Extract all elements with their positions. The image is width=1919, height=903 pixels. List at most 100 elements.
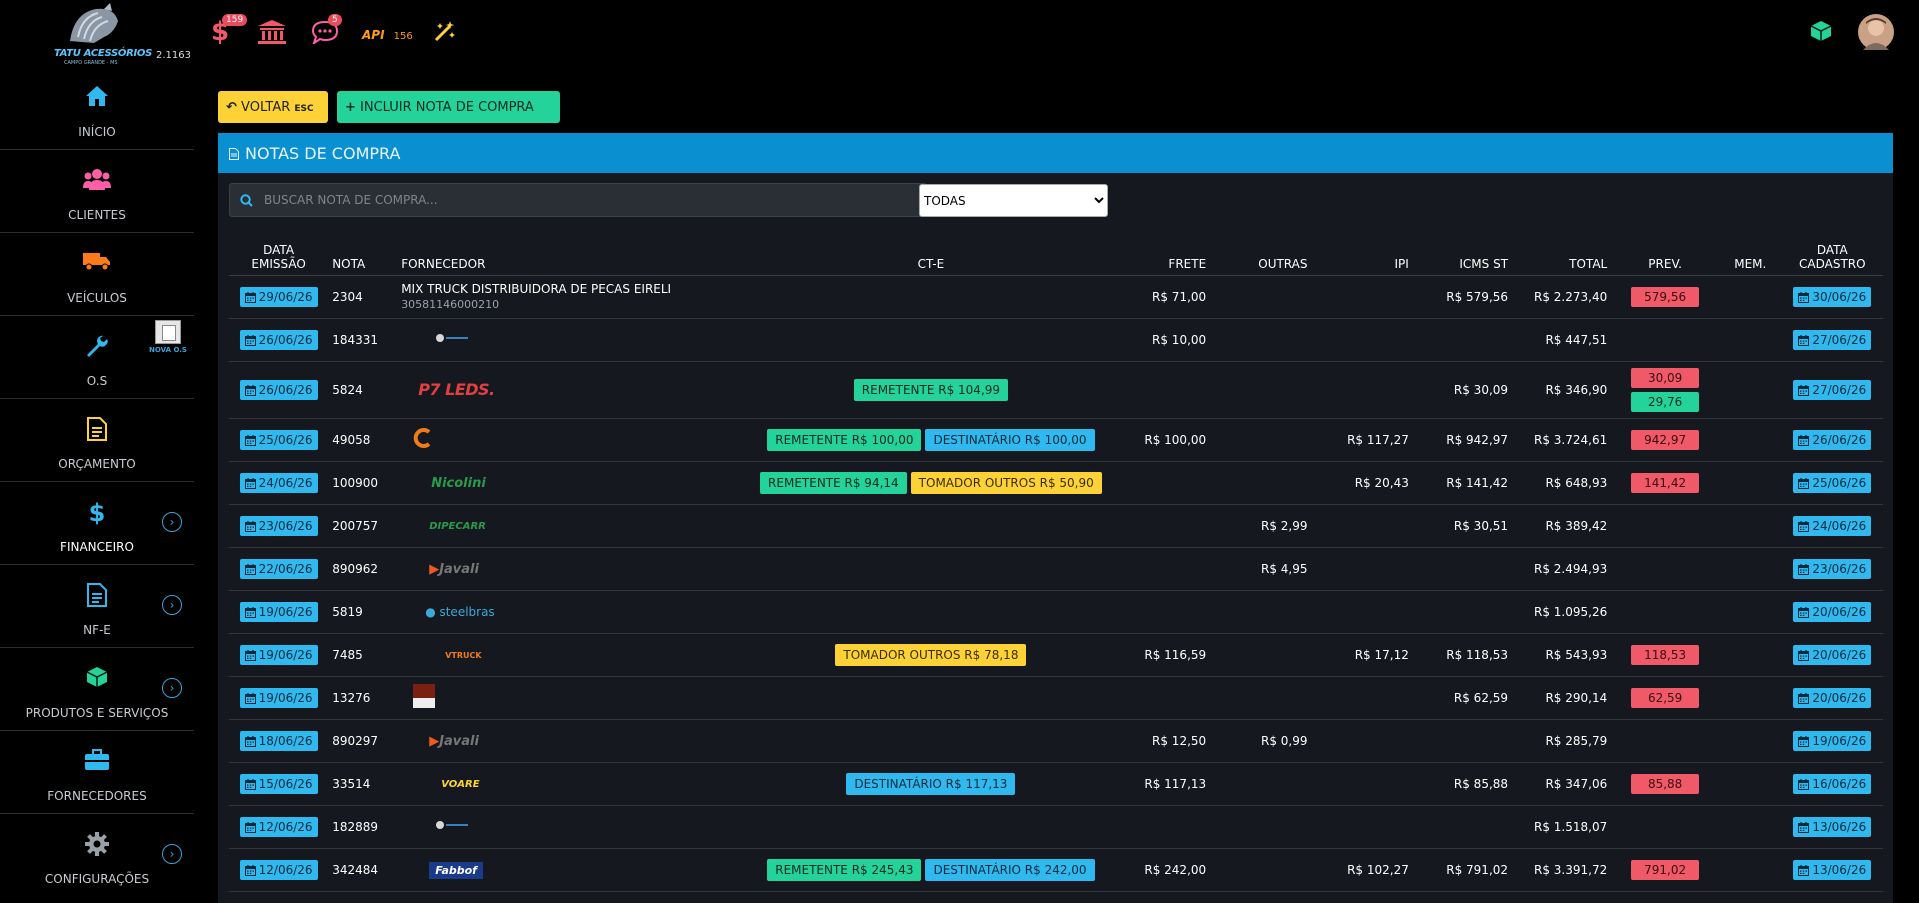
- bank-button[interactable]: [258, 20, 286, 48]
- table-row[interactable]: 12/06/26 182889 R$ 1.518,07 13/06/26: [229, 805, 1883, 849]
- prev-badge[interactable]: 85,88: [1631, 774, 1700, 794]
- sidebar-item-produtos[interactable]: PRODUTOS E SERVIÇOS ›: [0, 648, 194, 731]
- table-row[interactable]: 18/06/26 890297 ▶Javali R$ 12,50 R$ 0,99 R$ 2…: [229, 719, 1883, 763]
- cte-tag[interactable]: REMETENTE R$ 100,00: [767, 429, 922, 451]
- chevron-right-icon[interactable]: ›: [162, 512, 182, 532]
- col-outras[interactable]: OUTRAS: [1210, 233, 1312, 276]
- emission-date-badge[interactable]: 12/06/26: [239, 860, 318, 880]
- register-date-badge[interactable]: 27/06/26: [1793, 330, 1872, 350]
- table-row[interactable]: 26/06/26 184331 R$ 10,00 R$ 447,51 27/06/26: [229, 318, 1883, 362]
- sidebar-item-veiculos[interactable]: VEÍCULOS: [0, 233, 194, 316]
- register-date-badge[interactable]: 13/06/26: [1793, 860, 1872, 880]
- table-row[interactable]: 29/06/26 2304 MIX TRUCK DISTRIBUIDORA DE P…: [229, 275, 1883, 319]
- col-mem[interactable]: MEM.: [1719, 233, 1782, 276]
- table-row[interactable]: 24/06/26 100900 Nicolini REMETENTE R$ 94,14…: [229, 461, 1883, 505]
- register-date-badge[interactable]: 20/06/26: [1793, 645, 1872, 665]
- logo[interactable]: TATU ACESSÓRIOS CAMPO GRANDE - MS 2.1163: [0, 0, 194, 66]
- emission-date-badge[interactable]: 29/06/26: [239, 287, 318, 307]
- cte-tag[interactable]: TOMADOR OUTROS R$ 50,90: [910, 472, 1102, 494]
- cte-tag[interactable]: DESTINATÁRIO R$ 100,00: [925, 429, 1095, 451]
- cell-icms-st: R$ 579,56: [1412, 275, 1513, 319]
- register-date-badge[interactable]: 26/06/26: [1793, 430, 1872, 450]
- sidebar-item-fornecedores[interactable]: FORNECEDORES: [0, 731, 194, 814]
- sidebar-item-clientes[interactable]: CLIENTES: [0, 150, 194, 233]
- col-data-cadastro[interactable]: DATA CADASTRO: [1781, 233, 1883, 276]
- prev-badge[interactable]: 791,02: [1631, 860, 1700, 880]
- table-row[interactable]: 22/06/26 890962 ▶Javali R$ 4,95 R$ 2.494,93 2…: [229, 547, 1883, 591]
- calendar-icon: [244, 607, 256, 618]
- sidebar-item-financeiro[interactable]: $ FINANCEIRO ›: [0, 482, 194, 565]
- user-avatar[interactable]: [1858, 14, 1894, 54]
- register-date-badge[interactable]: 13/06/26: [1793, 817, 1872, 837]
- prev-badge[interactable]: 62,59: [1631, 688, 1700, 708]
- emission-date-badge[interactable]: 12/06/26: [239, 817, 318, 837]
- magic-button[interactable]: [434, 20, 456, 46]
- cte-tag[interactable]: REMETENTE R$ 245,43: [767, 859, 922, 881]
- table-row[interactable]: 15/06/26 33514 VOARE DESTINATÁRIO R$ 117,13…: [229, 762, 1883, 806]
- nova-os-button[interactable]: NOVA O.S: [148, 320, 188, 354]
- chevron-right-icon[interactable]: ›: [162, 595, 182, 615]
- register-date-badge[interactable]: 23/06/26: [1793, 559, 1872, 579]
- emission-date-badge[interactable]: 25/06/26: [239, 430, 318, 450]
- emission-date-badge[interactable]: 26/06/26: [239, 330, 318, 350]
- col-cte[interactable]: CT-E: [753, 233, 1109, 276]
- add-purchase-note-button[interactable]: + INCLUIR NOTA DE COMPRA: [337, 91, 560, 123]
- sidebar-item-configuracoes[interactable]: CONFIGURAÇÕES ›: [0, 814, 194, 896]
- cte-tag[interactable]: DESTINATÁRIO R$ 117,13: [846, 773, 1016, 795]
- cte-tag[interactable]: DESTINATÁRIO R$ 242,00: [925, 859, 1095, 881]
- chevron-right-icon[interactable]: ›: [162, 678, 182, 698]
- emission-date-badge[interactable]: 24/06/26: [239, 473, 318, 493]
- messages-button[interactable]: 5: [311, 14, 342, 48]
- table-row[interactable]: 26/06/26 5824 P7 LEDS. REMETENTE R$ 104,99 R…: [229, 361, 1883, 419]
- register-date-badge[interactable]: 20/06/26: [1793, 688, 1872, 708]
- emission-date-badge[interactable]: 15/06/26: [239, 774, 318, 794]
- emission-date-badge[interactable]: 19/06/26: [239, 688, 318, 708]
- back-button[interactable]: ↶ VOLTAR ESC: [218, 91, 328, 123]
- cte-tag[interactable]: TOMADOR OUTROS R$ 78,18: [835, 644, 1027, 666]
- products-shortcut-button[interactable]: [1810, 20, 1832, 46]
- register-date-badge[interactable]: 25/06/26: [1793, 473, 1872, 493]
- col-data-emissao[interactable]: DATA EMISSÃO: [229, 233, 329, 276]
- prev-badge-secondary[interactable]: 29,76: [1631, 392, 1700, 412]
- prev-badge[interactable]: 579,56: [1631, 287, 1700, 307]
- cte-tag[interactable]: REMETENTE R$ 94,14: [760, 472, 907, 494]
- api-button[interactable]: API 156: [362, 24, 413, 43]
- emission-date-badge[interactable]: 19/06/26: [239, 602, 318, 622]
- table-row[interactable]: 19/06/26 5819 ● steelbras R$ 1.095,26 20/06/…: [229, 590, 1883, 634]
- sidebar-item-inicio[interactable]: INÍCIO: [0, 67, 194, 150]
- cte-tag[interactable]: REMETENTE R$ 104,99: [853, 379, 1009, 401]
- table-row[interactable]: 19/06/26 13276 R$ 62,59 R$ 290,14 62,59 20/06…: [229, 676, 1883, 720]
- emission-date-badge[interactable]: 26/06/26: [239, 380, 318, 400]
- sidebar-item-nfe[interactable]: NF-E ›: [0, 565, 194, 648]
- finance-notifications-button[interactable]: $ 159: [211, 14, 248, 48]
- table-row[interactable]: 23/06/26 200757 DIPECARR R$ 2,99 R$ 30,51 R$ …: [229, 504, 1883, 548]
- register-date-badge[interactable]: 30/06/26: [1793, 287, 1872, 307]
- col-total[interactable]: TOTAL: [1512, 233, 1612, 276]
- sidebar-item-orcamento[interactable]: ORÇAMENTO: [0, 399, 194, 482]
- table-row[interactable]: 25/06/26 49058 REMETENTE R$ 100,00 DESTINAT…: [229, 418, 1883, 462]
- table-row[interactable]: 12/06/26 342484 Fabbof REMETENTE R$ 245,43 D…: [229, 848, 1883, 892]
- table-row[interactable]: 19/06/26 7485 VTRUCK TOMADOR OUTROS R$ 78,1…: [229, 633, 1883, 677]
- prev-badge[interactable]: 30,09: [1631, 368, 1700, 388]
- register-date-badge[interactable]: 24/06/26: [1793, 516, 1872, 536]
- prev-badge[interactable]: 942,97: [1631, 430, 1700, 450]
- register-date-badge[interactable]: 27/06/26: [1793, 380, 1872, 400]
- register-date-badge[interactable]: 20/06/26: [1793, 602, 1872, 622]
- emission-date-badge[interactable]: 19/06/26: [239, 645, 318, 665]
- emission-date-badge[interactable]: 18/06/26: [239, 731, 318, 751]
- emission-date-badge[interactable]: 22/06/26: [239, 559, 318, 579]
- search-input[interactable]: [229, 183, 927, 217]
- col-fornecedor[interactable]: FORNECEDOR: [397, 233, 753, 276]
- status-filter-select[interactable]: TODAS: [919, 184, 1108, 217]
- col-prev[interactable]: PREV.: [1611, 233, 1720, 276]
- chevron-right-icon[interactable]: ›: [162, 844, 182, 864]
- prev-badge[interactable]: 141,42: [1631, 473, 1700, 493]
- register-date-badge[interactable]: 16/06/26: [1793, 774, 1872, 794]
- col-frete[interactable]: FRETE: [1108, 233, 1211, 276]
- col-icms-st[interactable]: ICMS ST: [1412, 233, 1513, 276]
- col-ipi[interactable]: IPI: [1311, 233, 1413, 276]
- emission-date-badge[interactable]: 23/06/26: [239, 516, 318, 536]
- col-nota[interactable]: NOTA: [328, 233, 398, 276]
- register-date-badge[interactable]: 19/06/26: [1793, 731, 1872, 751]
- prev-badge[interactable]: 118,53: [1631, 645, 1700, 665]
